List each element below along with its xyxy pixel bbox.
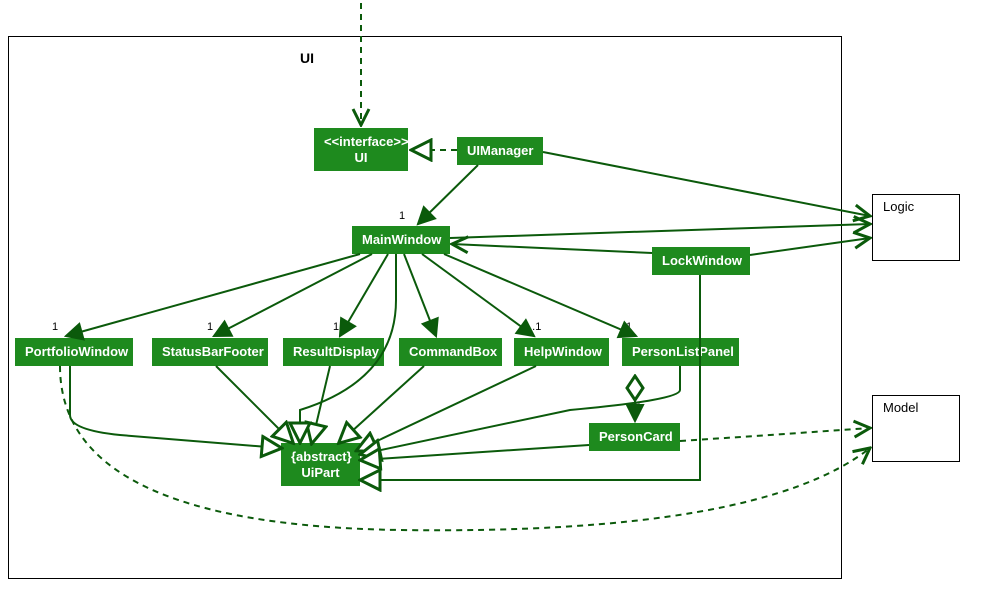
mult-result-display: 1: [333, 321, 339, 333]
model-box: Model: [872, 395, 960, 462]
class-help-window: HelpWindow: [514, 338, 609, 366]
mult-person-list-panel: 1: [626, 321, 632, 333]
mult-help-window: 0..1: [523, 321, 541, 333]
class-name: UI: [324, 150, 398, 166]
logic-box: Logic: [872, 194, 960, 261]
class-person-list-panel: PersonListPanel: [622, 338, 739, 366]
class-ui-manager: UIManager: [457, 137, 543, 165]
ui-package-frame: [8, 36, 842, 579]
model-label: Model: [883, 400, 918, 415]
class-result-display: ResultDisplay: [283, 338, 384, 366]
class-person-card: PersonCard: [589, 423, 680, 451]
class-ui-part: {abstract} UiPart: [281, 443, 360, 486]
logic-label: Logic: [883, 199, 914, 214]
mult-command-box: 1: [429, 321, 435, 333]
ui-package-label: UI: [300, 50, 314, 66]
stereotype: <<interface>>: [324, 134, 398, 150]
mult-portfolio-window: 1: [52, 321, 58, 333]
mult-main-window: 1: [399, 210, 405, 222]
stereotype: {abstract}: [291, 449, 350, 465]
mult-person-card: *: [636, 401, 640, 413]
class-main-window: MainWindow: [352, 226, 450, 254]
class-lock-window: LockWindow: [652, 247, 750, 275]
class-command-box: CommandBox: [399, 338, 502, 366]
class-status-bar-footer: StatusBarFooter: [152, 338, 268, 366]
class-portfolio-window: PortfolioWindow: [15, 338, 133, 366]
mult-status-bar-footer: 1: [207, 321, 213, 333]
class-name: UiPart: [291, 465, 350, 481]
class-ui-interface: <<interface>> UI: [314, 128, 408, 171]
